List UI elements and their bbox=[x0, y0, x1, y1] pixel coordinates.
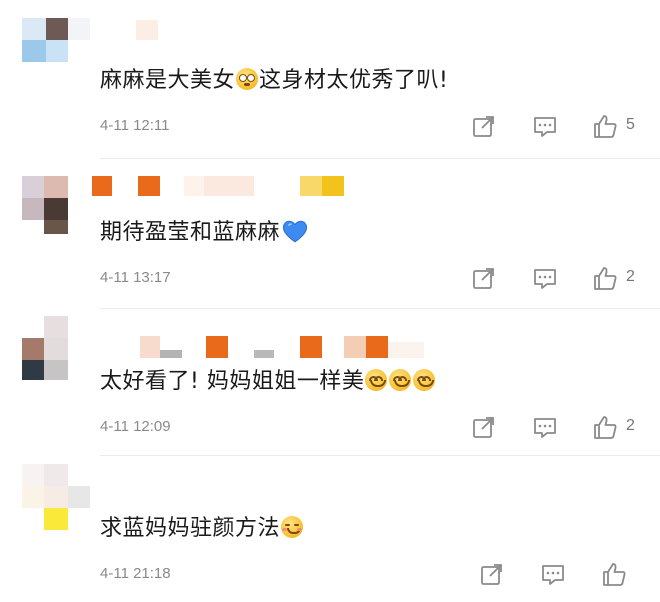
comment-text-part: 这身材太优秀了叭! bbox=[259, 68, 449, 93]
like-icon[interactable] bbox=[591, 413, 619, 441]
avatar[interactable] bbox=[22, 464, 94, 530]
timestamp: 4-11 13:17 bbox=[100, 269, 171, 286]
tear-icon bbox=[236, 68, 259, 90]
share-icon[interactable] bbox=[470, 264, 498, 292]
reply-icon[interactable] bbox=[531, 112, 559, 140]
timestamp: 4-11 12:09 bbox=[100, 418, 171, 435]
like-icon[interactable] bbox=[600, 560, 628, 588]
avatar[interactable] bbox=[22, 176, 94, 234]
smile-icon bbox=[365, 369, 388, 391]
comment-actions: 2 bbox=[460, 413, 660, 441]
comment-actions: 2 bbox=[460, 264, 660, 292]
reply-icon[interactable] bbox=[539, 560, 567, 588]
smile-icon bbox=[413, 369, 436, 391]
divider bbox=[100, 455, 660, 456]
comment-text: 求蓝妈妈驻颜方法 bbox=[100, 514, 304, 544]
comment-text-part: 麻麻是大美女 bbox=[100, 68, 236, 93]
like-count: 2 bbox=[626, 417, 635, 434]
share-icon[interactable] bbox=[470, 413, 498, 441]
avatar[interactable] bbox=[22, 18, 94, 74]
comment-actions: 5 bbox=[460, 112, 660, 140]
avatar[interactable] bbox=[22, 316, 94, 380]
like-count: 5 bbox=[626, 116, 635, 133]
smile-icon bbox=[389, 369, 412, 391]
comment-text-part: 求蓝妈妈驻颜方法 bbox=[100, 516, 281, 541]
reply-icon[interactable] bbox=[531, 264, 559, 292]
comment-text-part: 期待盈莹和蓝麻麻 bbox=[100, 220, 281, 245]
comment-text-part: 太好看了! 妈妈姐姐一样美 bbox=[100, 369, 365, 394]
divider bbox=[100, 308, 660, 309]
timestamp: 4-11 12:11 bbox=[100, 117, 170, 134]
like-icon[interactable] bbox=[591, 112, 619, 140]
comment-text: 期待盈莹和蓝麻麻 bbox=[100, 218, 308, 248]
share-icon[interactable] bbox=[478, 560, 506, 588]
like-icon[interactable] bbox=[591, 264, 619, 292]
comment-text: 太好看了! 妈妈姐姐一样美 bbox=[100, 367, 436, 397]
comment-text: 麻麻是大美女 这身材太优秀了叭! bbox=[100, 66, 448, 96]
timestamp: 4-11 21:18 bbox=[100, 565, 171, 582]
share-icon[interactable] bbox=[470, 112, 498, 140]
reply-icon[interactable] bbox=[531, 413, 559, 441]
blue-heart-icon bbox=[282, 220, 308, 243]
divider bbox=[100, 158, 660, 159]
like-count: 2 bbox=[626, 268, 635, 285]
comment-actions bbox=[460, 560, 660, 588]
blush-icon bbox=[281, 516, 304, 538]
